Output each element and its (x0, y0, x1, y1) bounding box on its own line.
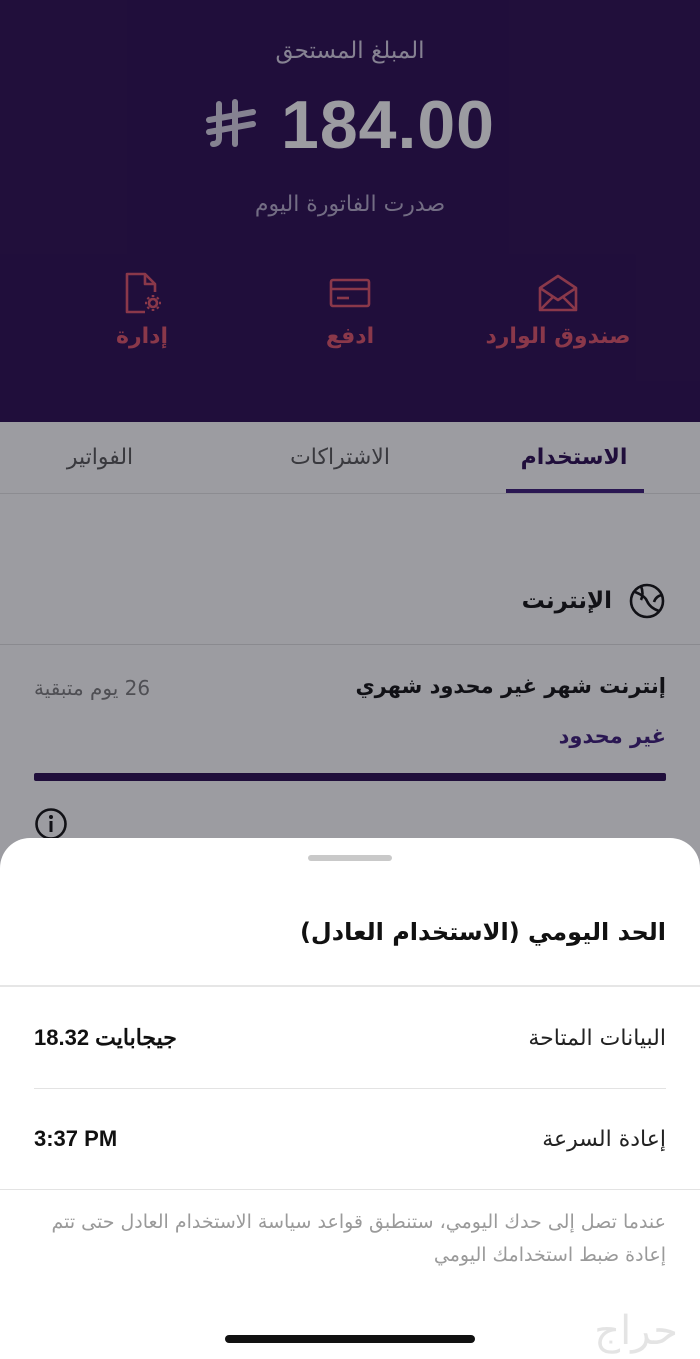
saudi-riyal-icon (206, 99, 256, 147)
fair-usage-sheet: الحد اليومي (الاستخدام العادل) البيانات … (0, 838, 700, 1359)
section-divider (0, 644, 700, 645)
plan-days-remaining: 26 يوم متبقية (34, 676, 151, 700)
row-divider (0, 1189, 700, 1190)
header-actions: صندوق الوارد ادفع إدارة (0, 272, 700, 362)
tab-bar: الاستخدام الاشتراكات الفواتير (0, 422, 700, 494)
manage-button[interactable]: إدارة (42, 272, 242, 349)
manage-label: إدارة (115, 324, 169, 349)
pay-button[interactable]: ادفع (250, 272, 450, 349)
screen: المبلغ المستحق 184.00 صدرت الفاتورة اليو… (0, 0, 700, 1359)
pay-label: ادفع (325, 324, 375, 349)
internet-section-header: الإنترنت (522, 582, 666, 620)
inbox-label: صندوق الوارد (485, 324, 631, 349)
amount-due-value: 184.00 (281, 87, 495, 163)
tab-subscriptions[interactable]: الاشتراكات (260, 422, 420, 494)
available-data-row: البيانات المتاحة 18.32 جيجابايت (34, 988, 666, 1088)
usage-progress-fill (34, 773, 666, 781)
inbox-button[interactable]: صندوق الوارد (458, 272, 658, 349)
card-icon (329, 278, 371, 308)
usage-progress-bar (34, 773, 666, 781)
speed-reset-value: 3:37 PM (34, 1126, 118, 1151)
envelope-icon (538, 274, 578, 312)
internet-section-title: الإنترنت (521, 588, 612, 614)
plan-name: إنترنت شهر غير محدود شهري (355, 674, 666, 698)
info-icon[interactable] (34, 807, 68, 841)
fair-usage-note: عندما تصل إلى حدك اليومي، ستنطبق قواعد س… (51, 1211, 666, 1266)
plan-limit: غير محدود (558, 724, 666, 748)
sheet-title-divider (0, 985, 700, 987)
sheet-drag-handle[interactable] (308, 855, 392, 861)
watermark-logo: حراج (594, 1308, 678, 1354)
document-gear-icon (125, 272, 161, 314)
billing-header: المبلغ المستحق 184.00 صدرت الفاتورة اليو… (0, 0, 700, 422)
tab-usage[interactable]: الاستخدام (504, 422, 644, 494)
invoice-issued-text: صدرت الفاتورة اليوم (254, 192, 446, 217)
home-indicator[interactable] (225, 1335, 475, 1343)
amount-due-label: المبلغ المستحق (275, 38, 425, 64)
available-data-value: 18.32 جيجابايت (34, 1025, 177, 1050)
tab-invoices[interactable]: الفواتير (40, 422, 160, 494)
active-tab-indicator (506, 489, 644, 493)
globe-icon (629, 583, 665, 619)
speed-reset-label: إعادة السرعة (542, 1126, 666, 1152)
amount-row: 184.00 (0, 86, 700, 164)
sheet-title: الحد اليومي (الاستخدام العادل) (299, 918, 666, 946)
speed-reset-row: إعادة السرعة 3:37 PM (34, 1089, 666, 1189)
available-data-label: البيانات المتاحة (528, 1025, 666, 1051)
